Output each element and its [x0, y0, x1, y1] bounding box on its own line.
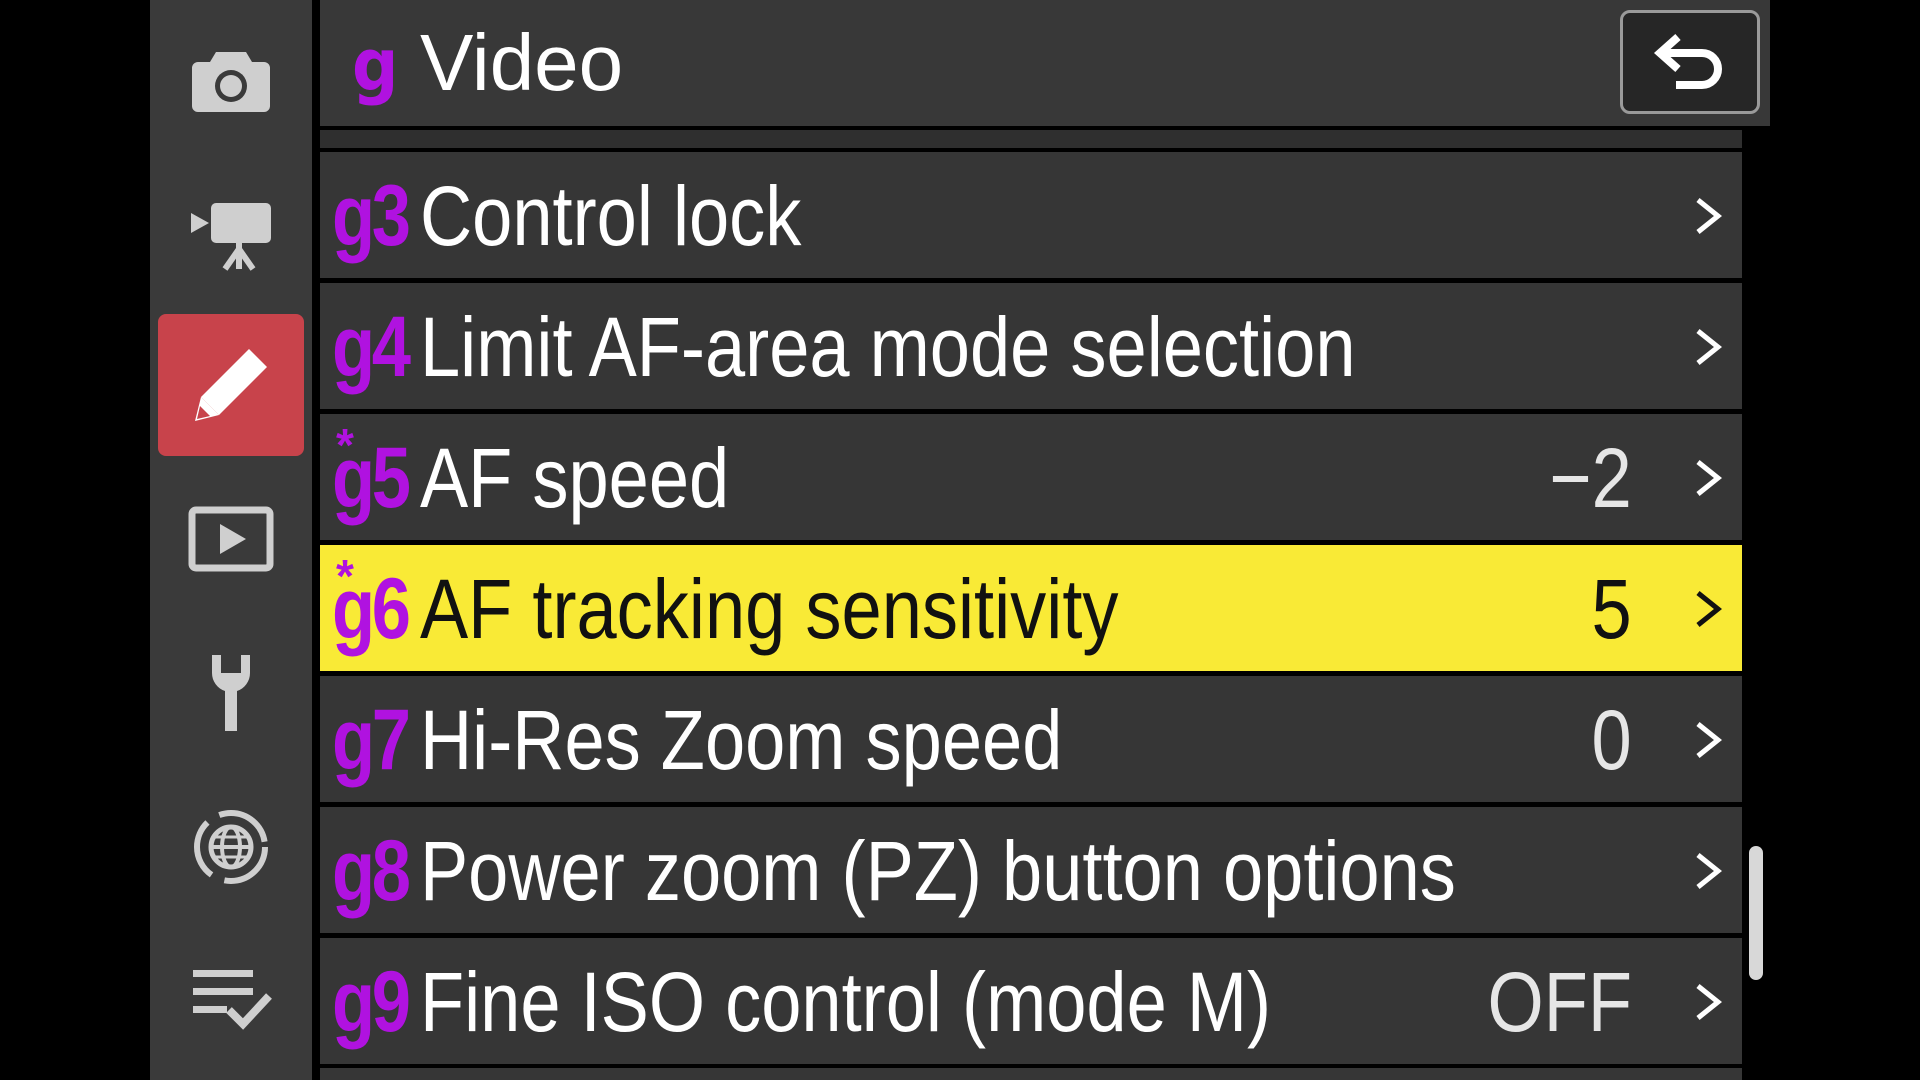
menu-code-label: g: [352, 23, 399, 107]
menu-row-g4[interactable]: g4 Limit AF-area mode selection: [320, 283, 1742, 409]
chevron-right-icon: [1696, 984, 1723, 1020]
menu-row-g5[interactable]: * g5 AF speed −2: [320, 414, 1742, 540]
return-icon: [1653, 34, 1722, 89]
menu-row-g3[interactable]: g3 Control lock: [320, 152, 1742, 278]
menu-tab-rail: [150, 0, 312, 1080]
chevron-right-icon: [1696, 591, 1723, 627]
menu-row-g6[interactable]: * g6 AF tracking sensitivity 5: [320, 545, 1742, 671]
menu-item-code: g3: [332, 168, 411, 264]
next-row-peek: [320, 1068, 1742, 1080]
menu-row-g7[interactable]: g7 Hi-Res Zoom speed 0: [320, 676, 1742, 802]
tab-custom-settings[interactable]: [158, 314, 304, 456]
my-menu-list-icon: [193, 970, 272, 1030]
tab-photo-shooting[interactable]: [158, 10, 304, 152]
menu-item-label: Fine ISO control (mode M): [420, 955, 1272, 1049]
pencil-icon: [195, 349, 267, 421]
menu-item-code: g6: [332, 561, 411, 657]
photo-camera-icon: [192, 52, 270, 112]
scrollbar-thumb[interactable]: [1749, 846, 1763, 980]
menu-item-value: −2: [1549, 431, 1632, 525]
tab-playback[interactable]: [158, 468, 304, 610]
tab-network[interactable]: [158, 776, 304, 918]
chevron-right-icon: [1696, 329, 1723, 365]
camera-menu-screen: g Video g3 Control lock g4 Limit AF-area mo…: [0, 0, 1920, 1080]
wrench-icon: [212, 655, 250, 731]
page-title: Video: [420, 18, 624, 107]
chevron-right-icon: [1696, 853, 1723, 889]
menu-item-value: 5: [1591, 562, 1632, 656]
menu-item-value: 0: [1591, 693, 1632, 787]
menu-row-g9[interactable]: g9 Fine ISO control (mode M) OFF: [320, 938, 1742, 1064]
menu-item-code: g5: [332, 430, 411, 526]
chevron-right-icon: [1696, 460, 1723, 496]
menu-item-label: AF speed: [420, 431, 730, 525]
menu-item-label: Control lock: [420, 169, 802, 263]
menu-item-code: g4: [332, 299, 411, 395]
menu-item-label: Power zoom (PZ) button options: [420, 824, 1456, 918]
menu-item-code: g9: [332, 954, 411, 1050]
menu-item-label: Limit AF-area mode selection: [420, 300, 1356, 394]
movie-camera-icon: [191, 203, 271, 271]
menu-item-label: Hi-Res Zoom speed: [420, 693, 1063, 787]
chevron-right-icon: [1696, 722, 1723, 758]
network-globe-icon: [194, 810, 268, 884]
tab-video-recording[interactable]: [158, 164, 304, 306]
menu-item-value: OFF: [1487, 955, 1632, 1049]
header-separator: [320, 130, 1742, 148]
menu-item-label: AF tracking sensitivity: [420, 562, 1119, 656]
chevron-right-icon: [1696, 198, 1723, 234]
playback-icon: [188, 506, 274, 572]
tab-my-menu[interactable]: [158, 928, 304, 1070]
menu-row-g8[interactable]: g8 Power zoom (PZ) button options: [320, 807, 1742, 933]
back-button[interactable]: [1620, 10, 1760, 114]
menu-item-code: g7: [332, 692, 411, 788]
tab-setup[interactable]: [158, 622, 304, 764]
menu-item-code: g8: [332, 823, 411, 919]
